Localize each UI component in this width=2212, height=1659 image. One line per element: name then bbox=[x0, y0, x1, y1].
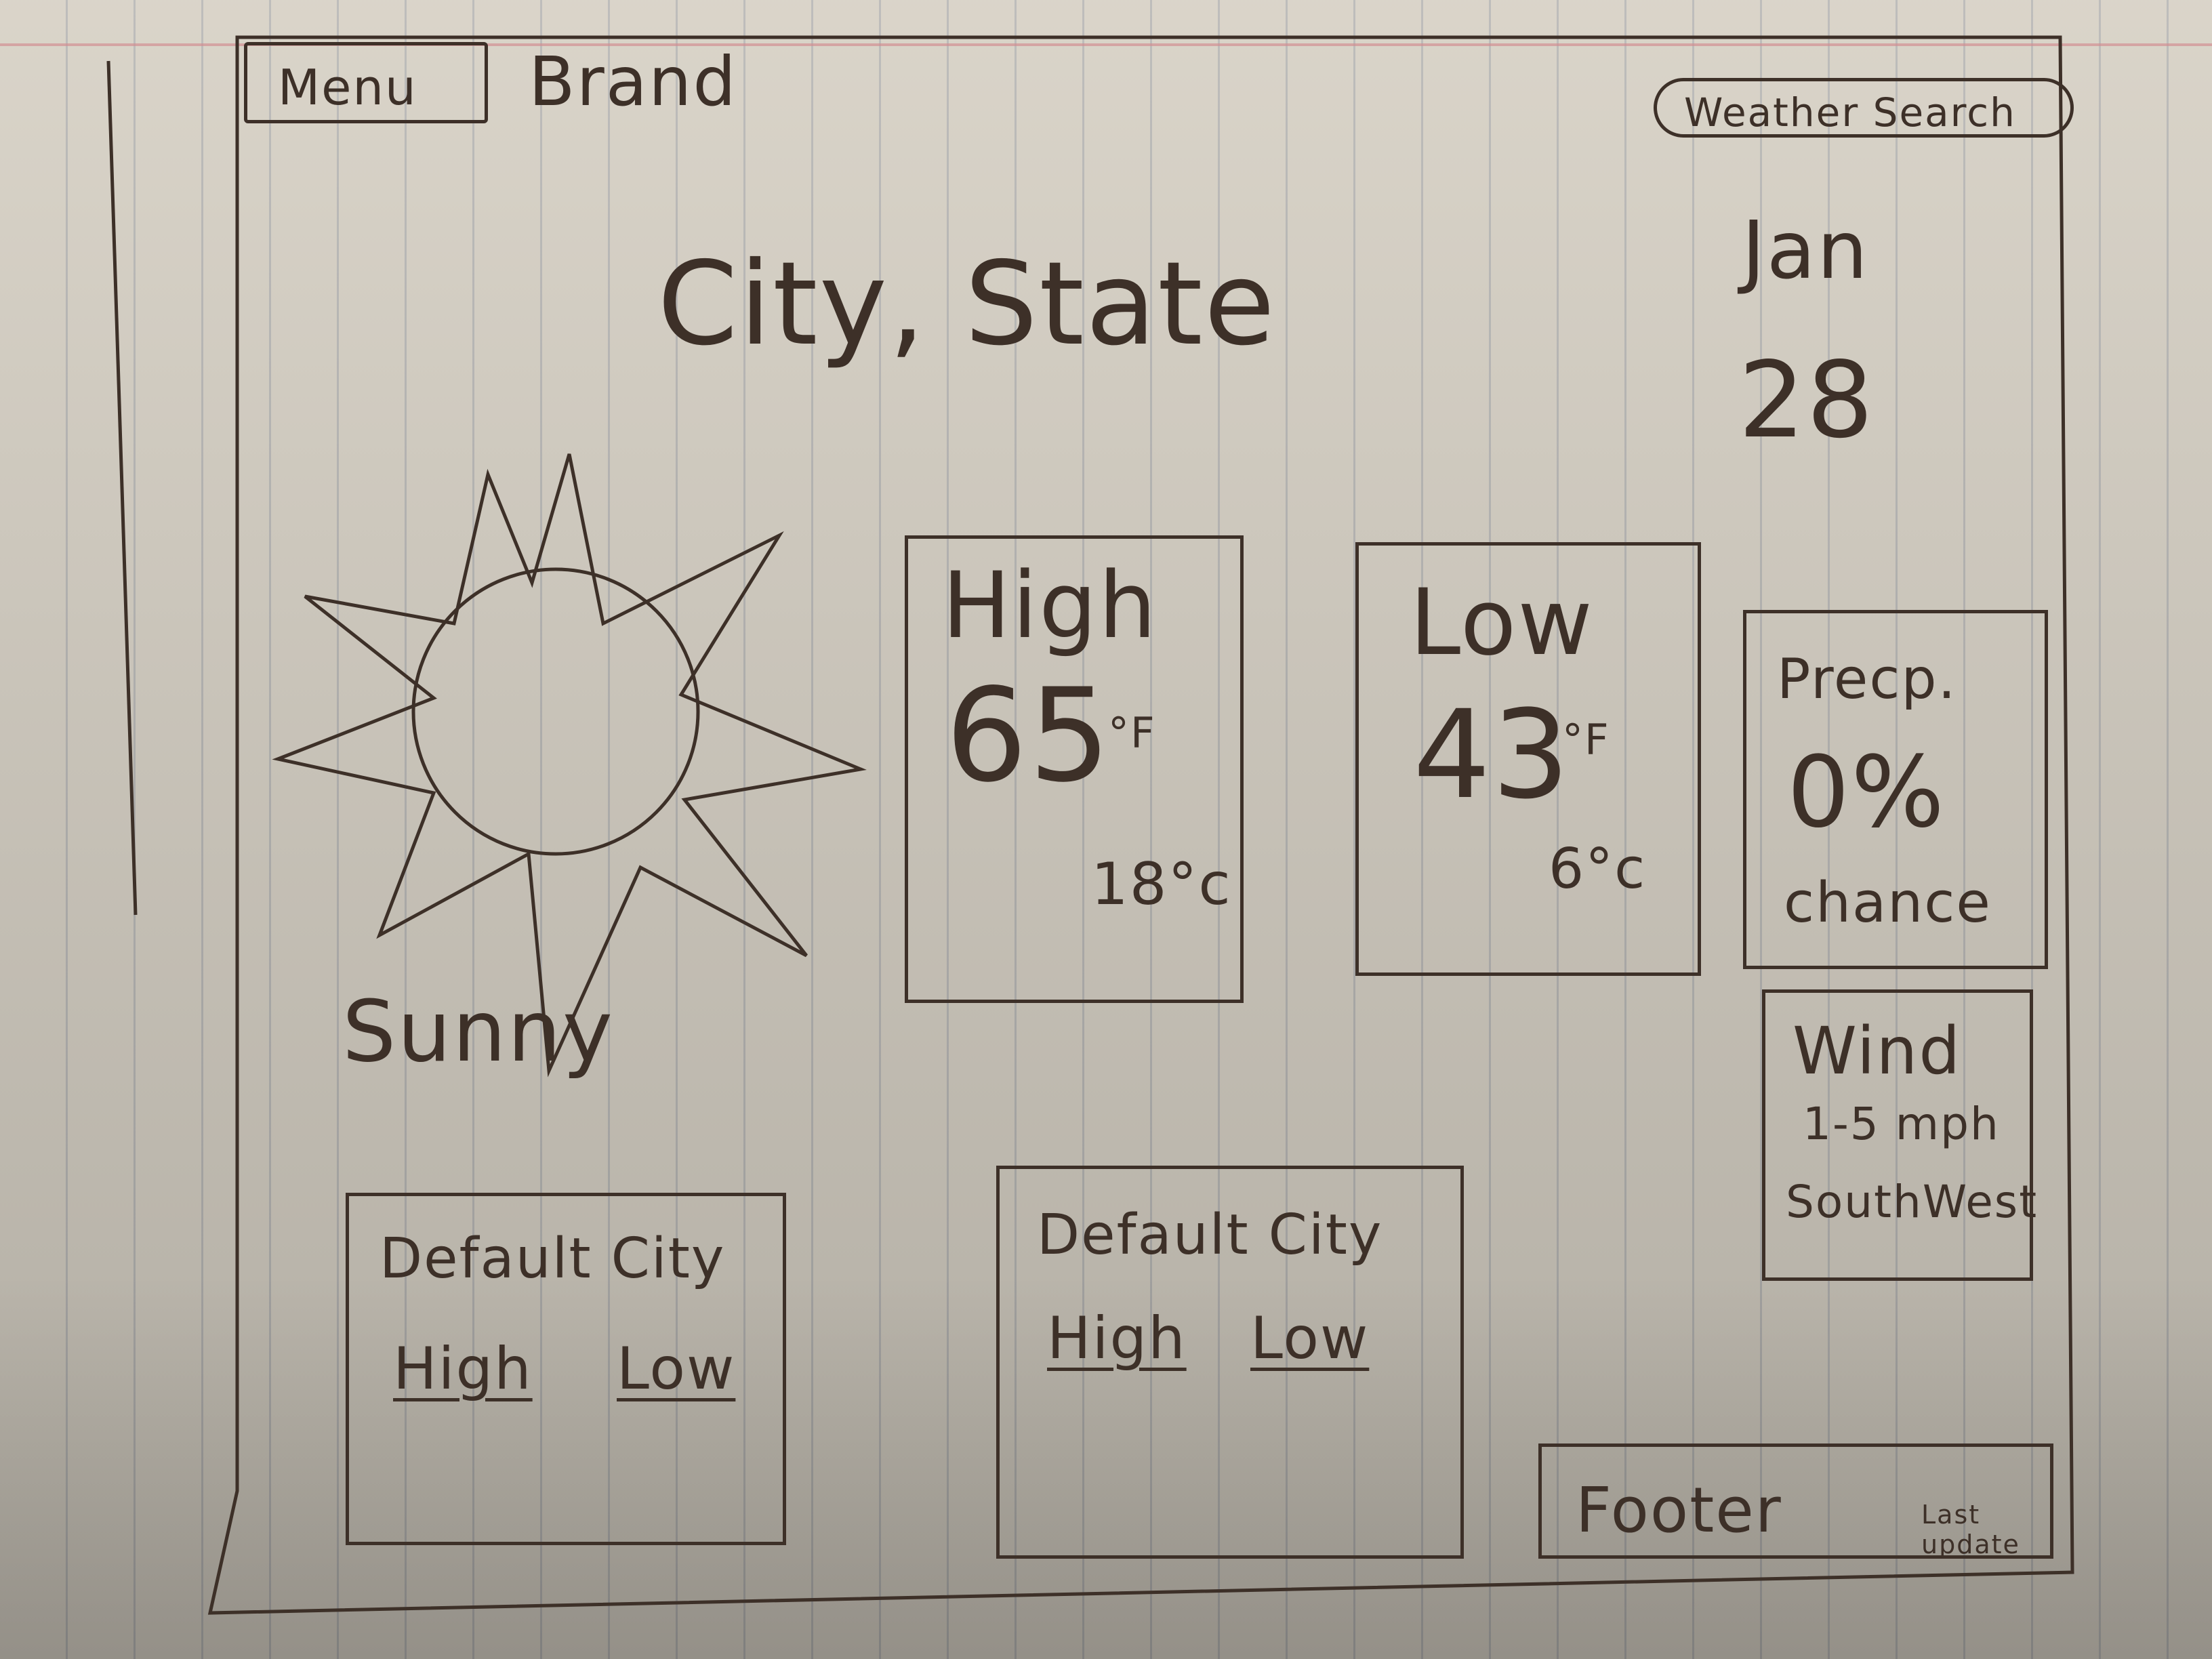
high-fahrenheit: 65 bbox=[945, 661, 1112, 811]
wind-label: Wind bbox=[1793, 1013, 1962, 1089]
menu-label: Menu bbox=[278, 59, 417, 116]
menu-button[interactable]: Menu bbox=[244, 42, 488, 123]
default-city-name: Default City bbox=[1037, 1203, 1383, 1267]
default-city-low: Low bbox=[1250, 1305, 1370, 1372]
location-title: City, State bbox=[657, 237, 1277, 371]
high-card: High 65 °F 18°c bbox=[905, 535, 1244, 1003]
brand: Brand bbox=[529, 42, 737, 121]
footer-label: Footer bbox=[1576, 1474, 1782, 1547]
low-card: Low 43 °F 6°c bbox=[1355, 542, 1701, 976]
default-city-high: High bbox=[1047, 1305, 1187, 1372]
precipitation-card: Precp. 0% chance bbox=[1743, 610, 2048, 969]
wind-direction: SouthWest bbox=[1786, 1176, 2039, 1228]
low-celsius: 6°c bbox=[1549, 837, 1647, 901]
low-fahrenheit-unit: °F bbox=[1562, 715, 1610, 764]
last-update: Last update bbox=[1921, 1500, 2020, 1559]
weather-search-button[interactable]: Weather Search bbox=[1654, 78, 2074, 138]
sun-icon bbox=[272, 453, 867, 1078]
weather-search-label: Weather Search bbox=[1684, 89, 2016, 136]
date-month: Jan bbox=[1742, 203, 1869, 297]
condition-label: Sunny bbox=[342, 983, 614, 1081]
high-fahrenheit-unit: °F bbox=[1108, 708, 1156, 758]
default-city-card[interactable]: Default City High Low bbox=[996, 1166, 1464, 1559]
date-day: 28 bbox=[1738, 339, 1875, 462]
low-fahrenheit: 43 bbox=[1413, 684, 1572, 826]
default-city-high: High bbox=[393, 1335, 533, 1403]
high-label: High bbox=[942, 552, 1158, 659]
high-celsius: 18°c bbox=[1091, 851, 1232, 918]
wind-card: Wind 1-5 mph SouthWest bbox=[1762, 989, 2036, 1281]
footer: Footer Last update bbox=[1538, 1443, 2053, 1559]
default-city-name: Default City bbox=[380, 1227, 726, 1291]
wind-speed: 1-5 mph bbox=[1803, 1098, 2000, 1150]
default-city-low: Low bbox=[617, 1335, 736, 1403]
low-label: Low bbox=[1410, 569, 1594, 676]
precipitation-value: 0% bbox=[1787, 735, 1946, 850]
default-city-card[interactable]: Default City High Low bbox=[346, 1193, 786, 1545]
precipitation-suffix: chance bbox=[1784, 871, 1992, 935]
precipitation-label: Precp. bbox=[1777, 647, 1957, 712]
